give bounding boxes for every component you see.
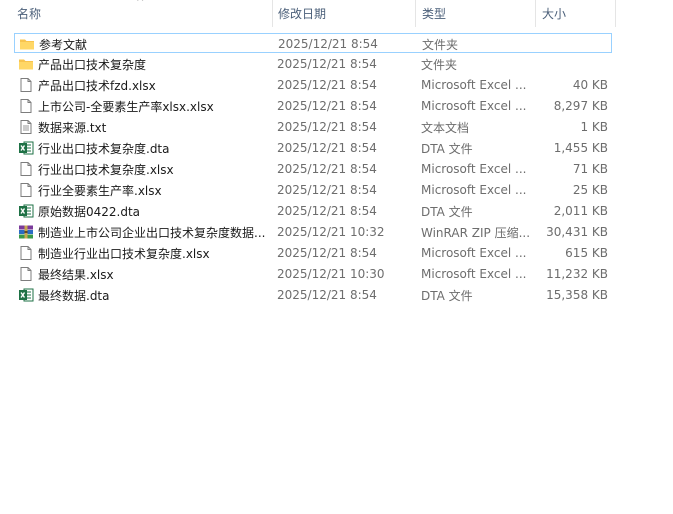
file-type: Microsoft Excel ... — [421, 267, 527, 281]
file-icon — [18, 96, 34, 116]
excel-icon — [18, 138, 34, 158]
file-size: 615 KB — [565, 246, 608, 260]
file-modified-date: 2025/12/21 8:54 — [277, 141, 377, 155]
file-modified-date: 2025/12/21 8:54 — [277, 288, 377, 302]
file-row[interactable]: 行业出口技术复杂度.xlsx 2025/12/21 8:54 Microsoft E… — [14, 159, 612, 179]
file-row[interactable]: 制造业上市公司企业出口技术复杂度数据... 2025/12/21 10:32 Win… — [14, 222, 612, 242]
file-row[interactable]: 最终结果.xlsx 2025/12/21 10:30 Microsoft Excel… — [14, 264, 612, 284]
file-name: 上市公司-全要素生产率xlsx.xlsx — [38, 99, 214, 114]
column-header-name[interactable]: 名称 — [17, 0, 267, 27]
file-type: Microsoft Excel ... — [421, 78, 527, 92]
file-size: 71 KB — [572, 162, 608, 176]
file-icon — [18, 180, 34, 200]
file-size: 1,455 KB — [553, 141, 608, 155]
file-type: DTA 文件 — [421, 204, 473, 219]
excel-icon — [18, 201, 34, 221]
file-icon — [18, 264, 34, 284]
file-row[interactable]: 制造业行业出口技术复杂度.xlsx 2025/12/21 8:54 Microsof… — [14, 243, 612, 263]
file-modified-date: 2025/12/21 10:30 — [277, 267, 385, 281]
file-size: 11,232 KB — [546, 267, 608, 281]
file-modified-date: 2025/12/21 8:54 — [277, 57, 377, 71]
file-name: 行业出口技术复杂度.xlsx — [38, 162, 174, 177]
file-row[interactable]: 上市公司-全要素生产率xlsx.xlsx 2025/12/21 8:54 Micro… — [14, 96, 612, 116]
file-type: 文件夹 — [422, 37, 459, 52]
file-row[interactable]: 数据来源.txt 2025/12/21 8:54 文本文档 1 KB — [14, 117, 612, 137]
file-name: 产品出口技术fzd.xlsx — [38, 78, 156, 93]
file-icon — [18, 159, 34, 179]
file-type: Microsoft Excel ... — [421, 183, 527, 197]
file-modified-date: 2025/12/21 8:54 — [277, 78, 377, 92]
file-row[interactable]: 原始数据0422.dta 2025/12/21 8:54 DTA 文件 2,011 K… — [14, 201, 612, 221]
column-divider[interactable] — [272, 0, 273, 27]
file-icon — [18, 75, 34, 95]
file-size: 40 KB — [572, 78, 608, 92]
text-file-icon — [18, 117, 34, 137]
file-type: 文件夹 — [421, 57, 458, 72]
file-name: 最终数据.dta — [38, 288, 110, 303]
winrar-icon — [18, 222, 34, 242]
file-modified-date: 2025/12/21 8:54 — [277, 183, 377, 197]
folder-icon — [19, 34, 35, 54]
file-size — [535, 34, 609, 54]
column-header-type[interactable]: 类型 — [422, 0, 532, 27]
column-divider[interactable] — [535, 0, 536, 27]
column-header-bar: ^ 名称 修改日期 类型 大小 — [0, 0, 673, 27]
folder-row[interactable]: 参考文献 2025/12/21 8:54 文件夹 — [14, 33, 612, 53]
excel-icon — [18, 285, 34, 305]
file-size: 2,011 KB — [553, 204, 608, 218]
file-name: 行业全要素生产率.xlsx — [38, 183, 162, 198]
column-divider[interactable] — [415, 0, 416, 27]
file-modified-date: 2025/12/21 8:54 — [278, 37, 378, 51]
file-modified-date: 2025/12/21 8:54 — [277, 120, 377, 134]
column-header-name-label: 名称 — [17, 7, 42, 21]
file-row[interactable]: 行业出口技术复杂度.dta 2025/12/21 8:54 DTA 文件 1,455 … — [14, 138, 612, 158]
file-row[interactable]: 最终数据.dta 2025/12/21 8:54 DTA 文件 15,358 KB — [14, 285, 612, 305]
file-name: 制造业行业出口技术复杂度.xlsx — [38, 246, 210, 261]
file-modified-date: 2025/12/21 10:32 — [277, 225, 385, 239]
folder-icon — [18, 54, 34, 74]
file-modified-date: 2025/12/21 8:54 — [277, 204, 377, 218]
file-type: Microsoft Excel ... — [421, 99, 527, 113]
file-row[interactable]: 产品出口技术fzd.xlsx 2025/12/21 8:54 Microsoft E… — [14, 75, 612, 95]
column-header-modified-label: 修改日期 — [278, 7, 327, 21]
column-header-size-label: 大小 — [542, 7, 567, 21]
file-modified-date: 2025/12/21 8:54 — [277, 162, 377, 176]
file-modified-date: 2025/12/21 8:54 — [277, 246, 377, 260]
file-name: 原始数据0422.dta — [38, 204, 141, 219]
file-size: 1 KB — [580, 120, 608, 134]
file-type: DTA 文件 — [421, 141, 473, 156]
file-type: Microsoft Excel ... — [421, 246, 527, 260]
file-type: 文本文档 — [421, 120, 470, 135]
file-name: 参考文献 — [39, 37, 88, 52]
file-name: 产品出口技术复杂度 — [38, 57, 147, 72]
column-divider[interactable] — [615, 0, 616, 27]
file-name: 数据来源.txt — [38, 120, 107, 135]
column-header-modified[interactable]: 修改日期 — [278, 0, 410, 27]
file-type: WinRAR ZIP 压缩... — [421, 225, 529, 240]
file-row[interactable]: 行业全要素生产率.xlsx 2025/12/21 8:54 Microsoft Ex… — [14, 180, 612, 200]
column-header-size[interactable]: 大小 — [542, 0, 612, 27]
file-name: 行业出口技术复杂度.dta — [38, 141, 170, 156]
file-icon — [18, 243, 34, 263]
file-modified-date: 2025/12/21 8:54 — [277, 99, 377, 113]
column-header-type-label: 类型 — [422, 7, 447, 21]
file-size: 8,297 KB — [553, 99, 608, 113]
folder-row[interactable]: 产品出口技术复杂度 2025/12/21 8:54 文件夹 — [14, 54, 612, 74]
file-size: 25 KB — [572, 183, 608, 197]
file-type: Microsoft Excel ... — [421, 162, 527, 176]
file-name: 制造业上市公司企业出口技术复杂度数据... — [38, 225, 266, 240]
file-name: 最终结果.xlsx — [38, 267, 114, 282]
file-type: DTA 文件 — [421, 288, 473, 303]
file-size: 30,431 KB — [546, 225, 608, 239]
file-size: 15,358 KB — [546, 288, 608, 302]
file-size — [534, 54, 608, 74]
